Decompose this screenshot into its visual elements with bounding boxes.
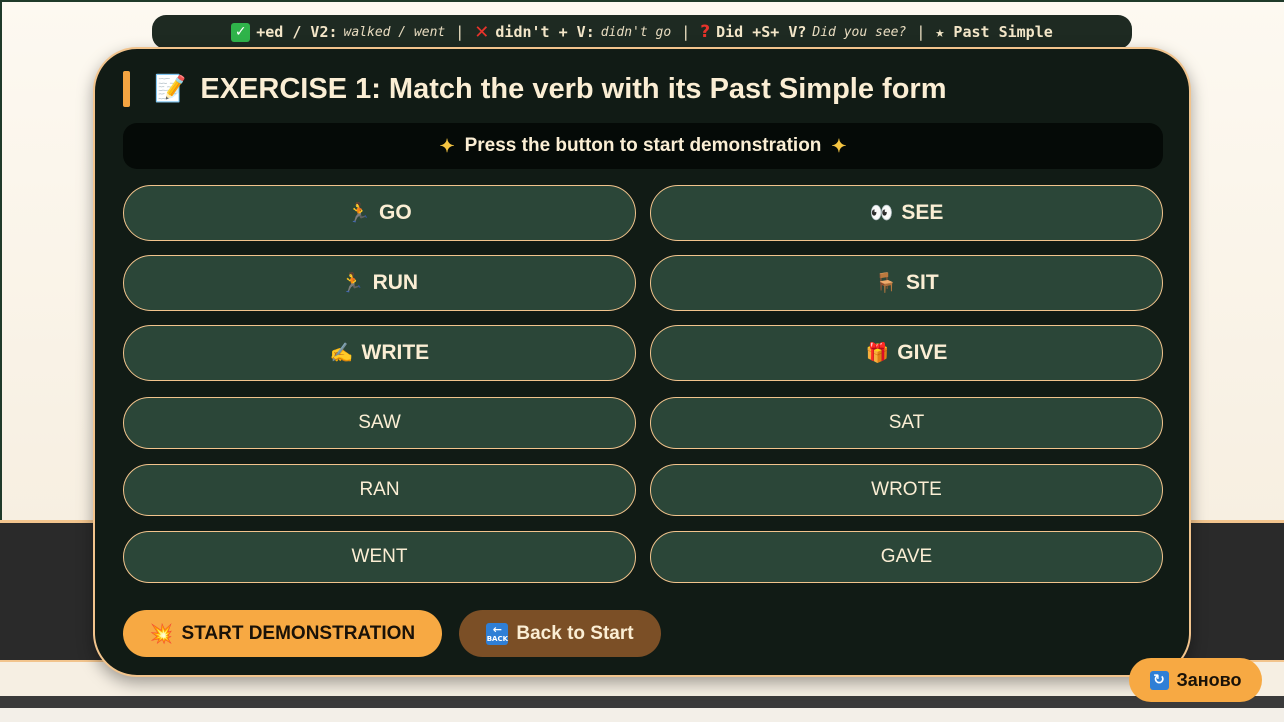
form-button-went[interactable]: WENT xyxy=(123,531,636,583)
rule-negative-example: didn't go xyxy=(600,24,672,40)
status-text: Press the button to start demonstration xyxy=(464,135,822,156)
sparkle-icon: ✦ xyxy=(831,135,847,156)
back-icon-label: BACK xyxy=(486,634,509,643)
form-label: SAT xyxy=(888,412,925,433)
question-icon: ? xyxy=(700,22,711,42)
verb-label: SIT xyxy=(906,271,939,294)
cross-icon: ✕ xyxy=(474,21,490,43)
form-button-ran[interactable]: RAN xyxy=(123,464,636,516)
title-accent-bar xyxy=(123,71,130,107)
start-demonstration-button[interactable]: 💥 START DEMONSTRATION xyxy=(123,610,442,657)
check-icon: ✓ xyxy=(231,22,251,42)
chair-icon: 🪑 xyxy=(874,273,898,294)
topic-label: ★ Past Simple xyxy=(935,23,1053,41)
rule-negative-label: didn't + V: xyxy=(495,23,595,41)
restart-button[interactable]: ↻ Заново xyxy=(1129,658,1262,702)
form-label: RAN xyxy=(359,479,400,500)
exercise-title: EXERCISE 1: Match the verb with its Past… xyxy=(200,72,947,105)
back-to-start-button[interactable]: ← BACK Back to Start xyxy=(459,610,661,657)
exercise-card: 📝 EXERCISE 1: Match the verb with its Pa… xyxy=(93,47,1191,677)
background-bottom xyxy=(0,708,1284,722)
verb-button-see[interactable]: 👀 SEE xyxy=(650,185,1163,241)
sparkle-icon: ✦ xyxy=(439,135,455,156)
form-button-gave[interactable]: GAVE xyxy=(650,531,1163,583)
rule-affirmative-label: +ed / V2: xyxy=(256,23,338,41)
divider: | xyxy=(455,23,465,41)
verb-label: SEE xyxy=(901,201,944,224)
verb-button-give[interactable]: 🎁 GIVE xyxy=(650,325,1163,381)
grammar-hint-bar: ✓ +ed / V2: walked / went | ✕ didn't + V… xyxy=(152,15,1132,49)
divider: | xyxy=(916,23,926,41)
form-label: WROTE xyxy=(871,479,942,500)
form-label: WENT xyxy=(351,546,408,567)
refresh-icon: ↻ xyxy=(1149,670,1169,690)
running-person-icon: 🏃 xyxy=(347,203,371,224)
verb-button-run[interactable]: 🏃 RUN xyxy=(123,255,636,311)
back-to-start-label: Back to Start xyxy=(516,622,634,644)
divider: | xyxy=(681,23,691,41)
verb-label: RUN xyxy=(372,271,419,294)
form-button-wrote[interactable]: WROTE xyxy=(650,464,1163,516)
verb-button-write[interactable]: ✍ WRITE xyxy=(123,325,636,381)
start-demonstration-label: START DEMONSTRATION xyxy=(181,622,416,644)
exercise-header: 📝 EXERCISE 1: Match the verb with its Pa… xyxy=(123,69,947,109)
rule-question-label: Did +S+ V? xyxy=(716,23,807,41)
memo-icon: 📝 xyxy=(154,74,187,104)
restart-label: Заново xyxy=(1176,669,1242,690)
verb-label: GIVE xyxy=(897,341,948,364)
collision-icon: 💥 xyxy=(149,623,174,645)
verb-label: GO xyxy=(379,201,412,224)
verb-button-sit[interactable]: 🪑 SIT xyxy=(650,255,1163,311)
form-label: SAW xyxy=(358,412,401,433)
verb-button-go[interactable]: 🏃 GO xyxy=(123,185,636,241)
status-message: ✦ Press the button to start demonstratio… xyxy=(123,123,1163,169)
form-button-saw[interactable]: SAW xyxy=(123,397,636,449)
gift-icon: 🎁 xyxy=(865,343,890,364)
form-label: GAVE xyxy=(880,546,933,567)
form-button-sat[interactable]: SAT xyxy=(650,397,1163,449)
rule-question-example: Did you see? xyxy=(812,24,907,40)
running-person-icon: 🏃 xyxy=(340,273,365,294)
back-arrow-icon: ← BACK xyxy=(486,622,509,645)
background-strip-dark xyxy=(0,696,1284,708)
writing-hand-icon: ✍ xyxy=(329,343,354,364)
verb-label: WRITE xyxy=(361,341,430,364)
eyes-icon: 👀 xyxy=(869,203,894,224)
rule-affirmative-example: walked / went xyxy=(343,24,446,40)
